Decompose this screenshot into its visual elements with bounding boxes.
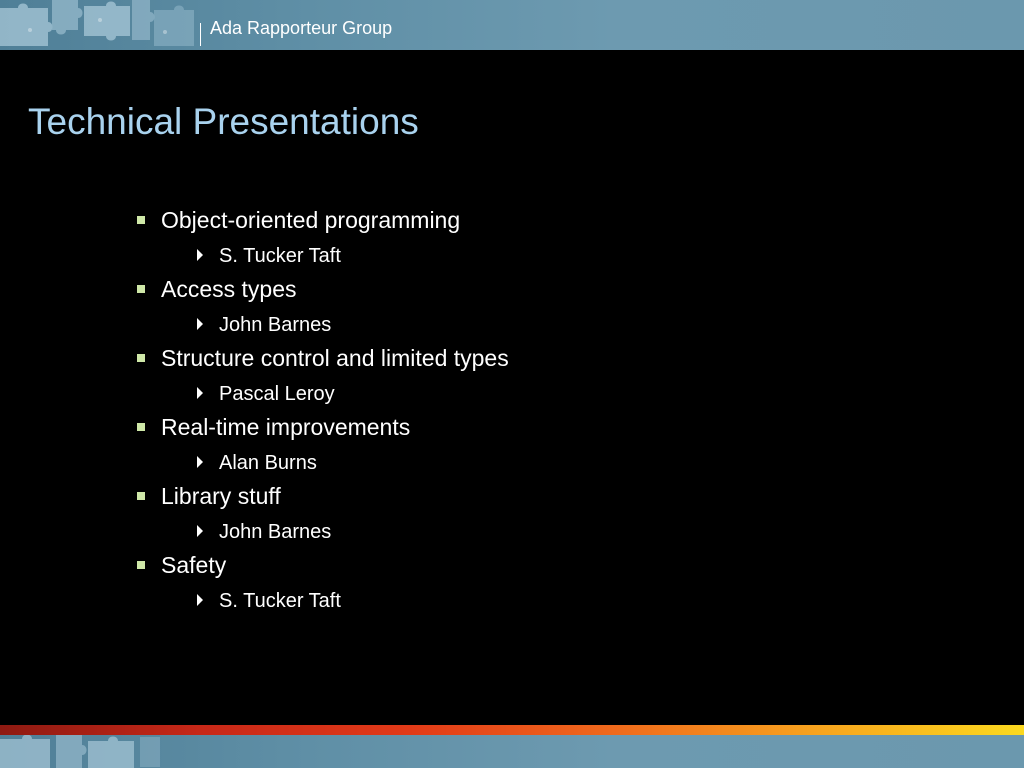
square-bullet-icon (137, 216, 145, 224)
square-bullet-icon (137, 492, 145, 500)
presenter-text: Alan Burns (219, 452, 317, 474)
triangle-bullet-icon (197, 387, 203, 399)
triangle-bullet-icon (197, 318, 203, 330)
presenter-text: S. Tucker Taft (219, 245, 341, 267)
puzzle-pieces-icon (0, 735, 160, 768)
presenter-text: John Barnes (219, 314, 332, 336)
square-bullet-icon (137, 561, 145, 569)
triangle-bullet-icon (197, 525, 203, 537)
footer-gradient-stripe (0, 725, 1024, 735)
slide: Ada Rapporteur Group Technical Presentat… (0, 0, 1024, 768)
footer-band (0, 735, 1024, 768)
topic-text: Access types (161, 276, 297, 302)
topic-text: Library stuff (161, 483, 281, 509)
triangle-bullet-icon (197, 456, 203, 468)
bullet-list: Object-oriented programming S. Tucker Ta… (0, 0, 1024, 768)
triangle-bullet-icon (197, 249, 203, 261)
triangle-bullet-icon (197, 594, 203, 606)
topic-text: Safety (161, 552, 227, 578)
square-bullet-icon (137, 285, 145, 293)
square-bullet-icon (137, 354, 145, 362)
presenter-text: S. Tucker Taft (219, 590, 341, 612)
topic-text: Structure control and limited types (161, 345, 509, 371)
square-bullet-icon (137, 423, 145, 431)
presenter-text: John Barnes (219, 521, 332, 543)
topic-text: Real-time improvements (161, 414, 411, 440)
presenter-text: Pascal Leroy (219, 383, 335, 405)
topic-text: Object-oriented programming (161, 207, 461, 233)
